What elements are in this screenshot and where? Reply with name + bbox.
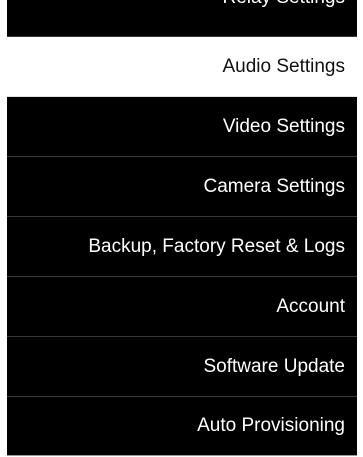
menu-item-camera-settings[interactable]: Camera Settings: [7, 157, 357, 217]
menu-item-backup-factory-reset-logs[interactable]: Backup, Factory Reset & Logs: [7, 217, 357, 277]
menu-item-software-update[interactable]: Software Update: [7, 337, 357, 397]
menu-item-label: Audio Settings: [222, 55, 345, 77]
menu-item-label: Camera Settings: [203, 175, 345, 197]
menu-item-label: Backup, Factory Reset & Logs: [88, 235, 345, 257]
menu-item-label: Account: [276, 295, 345, 317]
menu-item-account[interactable]: Account: [7, 277, 357, 337]
menu-item-label: Software Update: [203, 355, 345, 377]
settings-menu: Relay Settings Audio Settings Video Sett…: [7, 0, 357, 456]
menu-item-label: Auto Provisioning: [197, 415, 345, 436]
menu-item-audio-settings[interactable]: Audio Settings: [7, 37, 357, 97]
menu-item-label: Video Settings: [222, 115, 345, 137]
menu-item-auto-provisioning[interactable]: Auto Provisioning: [7, 397, 357, 456]
menu-item-label: Relay Settings: [222, 0, 345, 9]
menu-item-video-settings[interactable]: Video Settings: [7, 97, 357, 157]
menu-item-relay-settings[interactable]: Relay Settings: [7, 0, 357, 37]
